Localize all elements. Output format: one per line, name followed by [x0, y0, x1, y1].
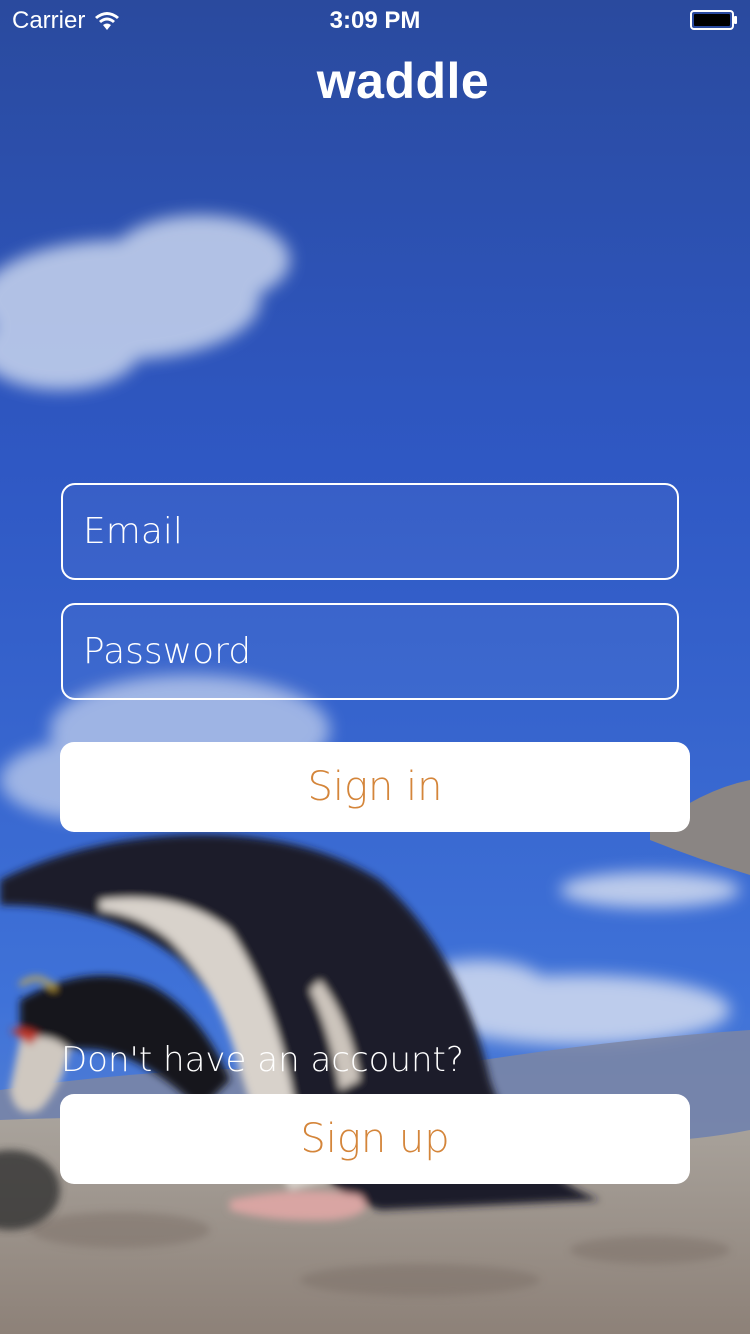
email-field[interactable]	[61, 483, 679, 580]
email-input[interactable]	[63, 485, 677, 578]
sign-up-button[interactable]: Sign up	[60, 1094, 690, 1184]
battery-icon	[690, 10, 737, 30]
status-bar: Carrier 3:09 PM	[0, 0, 750, 40]
login-screen: Carrier 3:09 PM waddle Sign in Don't hav…	[0, 0, 750, 1334]
status-time: 3:09 PM	[329, 7, 421, 34]
password-field[interactable]	[61, 603, 679, 700]
password-input[interactable]	[63, 605, 677, 698]
signup-prompt: Don't have an account?	[61, 1040, 464, 1080]
sign-in-button[interactable]: Sign in	[60, 742, 690, 832]
app-title: waddle	[316, 53, 490, 109]
